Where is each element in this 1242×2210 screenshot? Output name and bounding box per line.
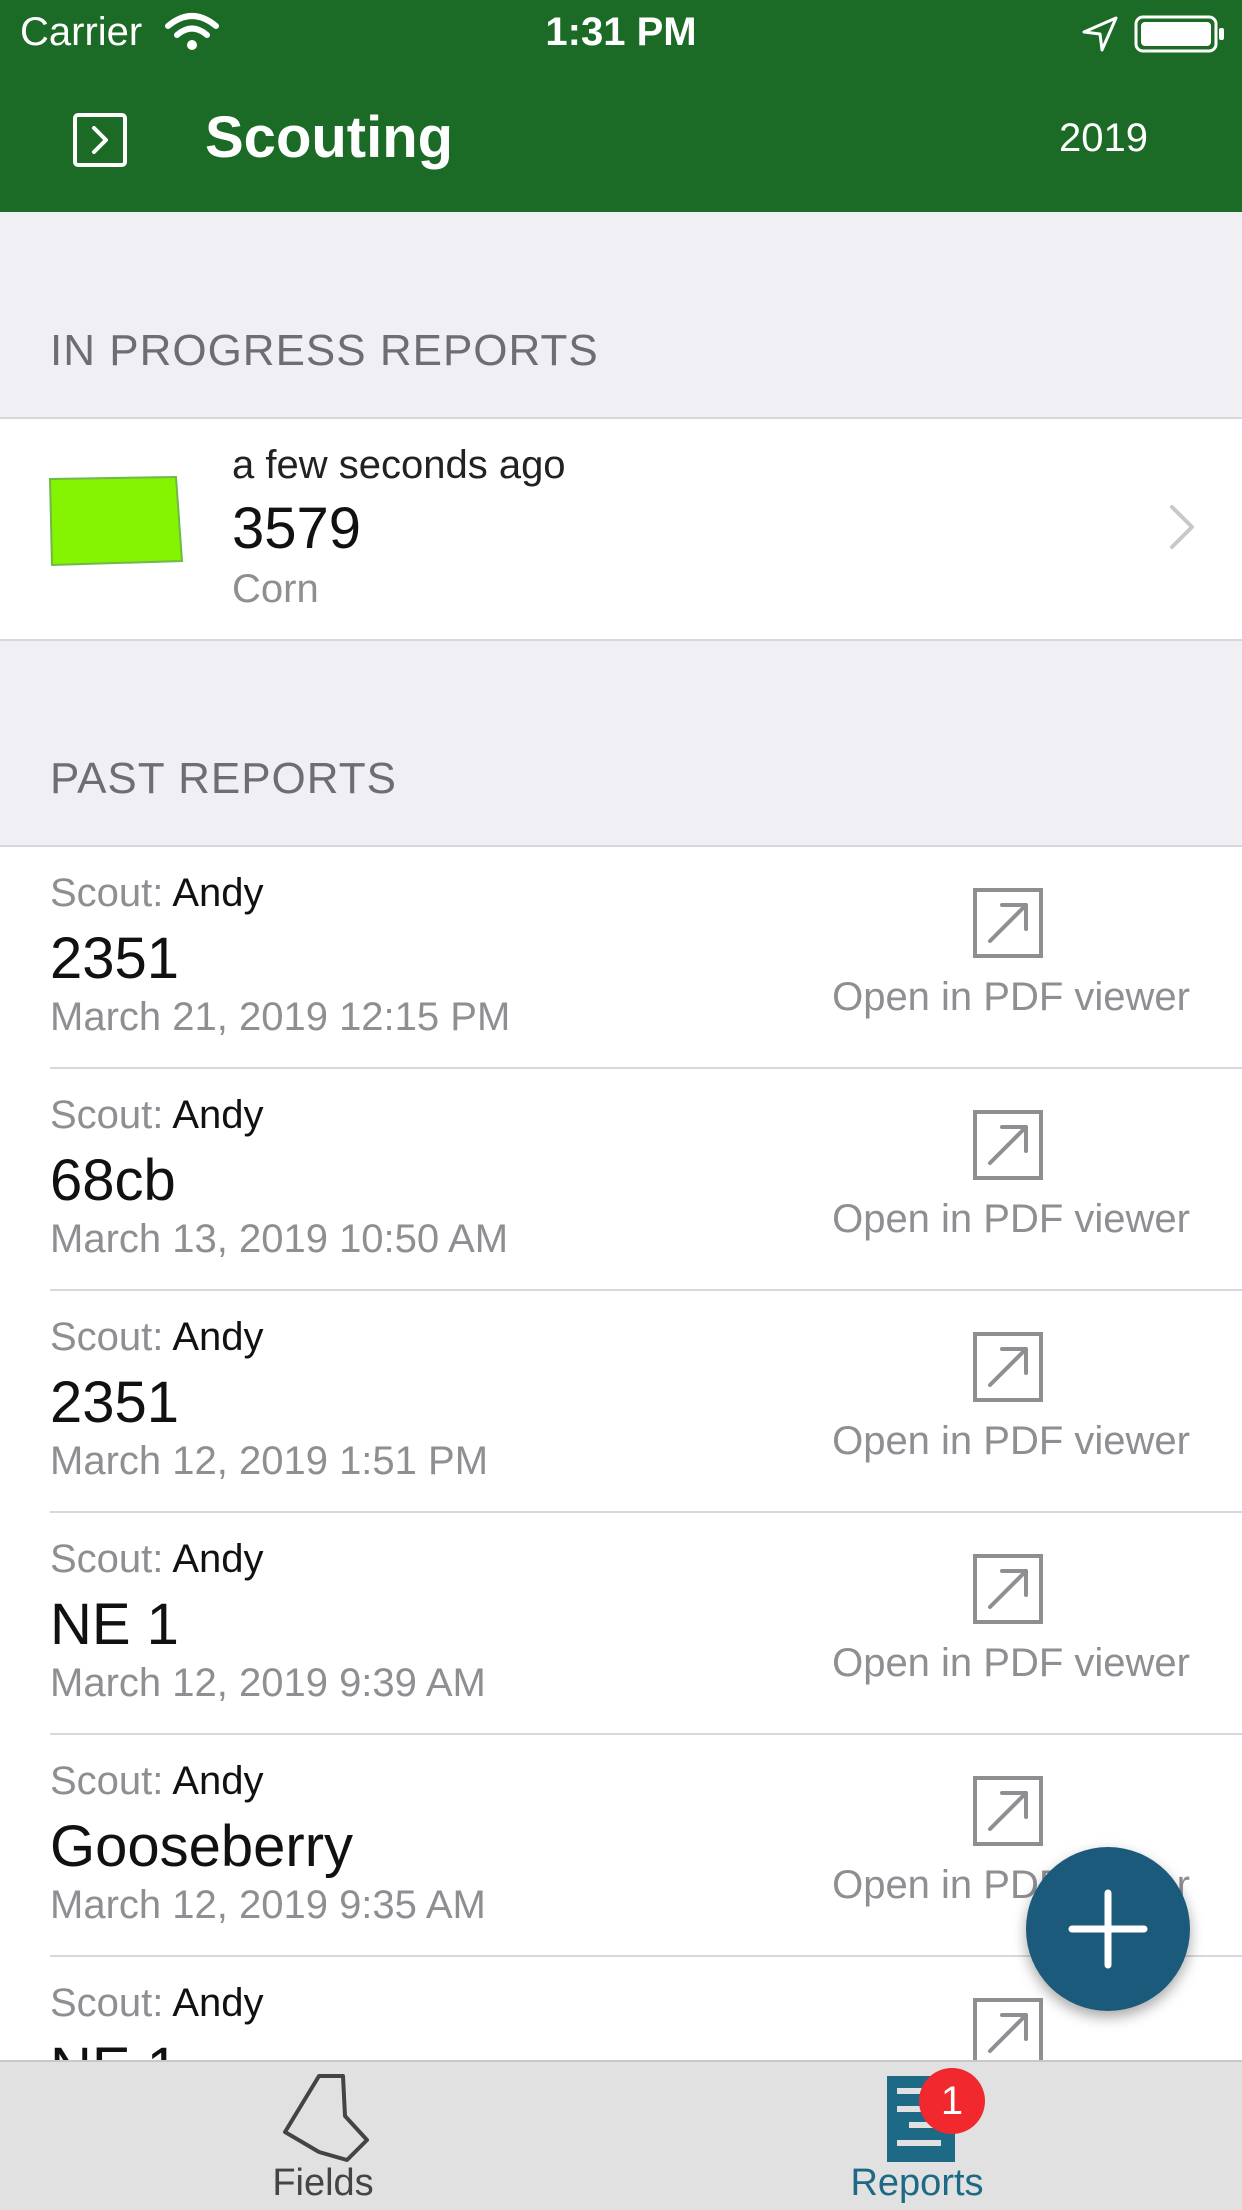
report-date: March 12, 2019 9:35 AM bbox=[50, 1883, 486, 1927]
scout-label: Scout: bbox=[50, 1981, 164, 2025]
tab-reports[interactable]: 1 Reports bbox=[767, 2062, 1067, 2210]
open-external-icon[interactable] bbox=[972, 887, 1044, 959]
tab-fields-label: Fields bbox=[272, 2162, 374, 2204]
scout-label: Scout: bbox=[50, 871, 164, 915]
tab-fields[interactable]: Fields bbox=[173, 2062, 473, 2210]
report-name: 2351 bbox=[50, 926, 180, 991]
tab-bar: Fields 1 Reports bbox=[0, 2060, 1242, 2210]
report-date: March 13, 2019 10:50 AM bbox=[50, 1217, 509, 1261]
scout-name: Andy bbox=[172, 1981, 264, 2025]
past-report-row[interactable]: Scout: Andy 68cb March 13, 2019 10:50 AM Op… bbox=[0, 1069, 1242, 1291]
notification-badge: 1 bbox=[919, 2068, 985, 2134]
in-progress-report-row[interactable]: a few seconds ago 3579 Corn bbox=[0, 417, 1242, 641]
status-time: 1:31 PM bbox=[545, 10, 697, 54]
report-date: March 12, 2019 9:39 AM bbox=[50, 1661, 486, 1705]
open-external-icon[interactable] bbox=[972, 1997, 1044, 2067]
scout-line: Scout: Andy bbox=[50, 1315, 263, 1360]
status-bar: Carrier 1:31 PM bbox=[0, 0, 1242, 66]
add-report-button[interactable] bbox=[1026, 1847, 1190, 2011]
plus-icon bbox=[1068, 1889, 1148, 1969]
tab-reports-label: Reports bbox=[850, 2162, 984, 2204]
open-external-icon[interactable] bbox=[972, 1775, 1044, 1847]
field-outline-icon bbox=[283, 2074, 369, 2162]
year-selector[interactable]: 2019 bbox=[1059, 116, 1148, 161]
past-report-row[interactable]: Scout: Andy 2351 March 12, 2019 1:51 PM Ope… bbox=[0, 1291, 1242, 1513]
report-name: 68cb bbox=[50, 1148, 176, 1213]
scout-name: Andy bbox=[172, 1315, 264, 1359]
page-title: Scouting bbox=[205, 105, 454, 170]
scout-line: Scout: Andy bbox=[50, 871, 263, 916]
open-external-icon[interactable] bbox=[972, 1331, 1044, 1403]
location-arrow-icon bbox=[1082, 16, 1118, 52]
report-date: March 21, 2019 12:15 PM bbox=[50, 995, 511, 1039]
field-boundary-thumbnail bbox=[48, 475, 184, 567]
scout-line: Scout: Andy bbox=[50, 1759, 263, 1804]
in-progress-section-header: IN PROGRESS REPORTS bbox=[50, 326, 599, 375]
scout-line: Scout: Andy bbox=[50, 1093, 263, 1138]
past-report-row[interactable]: Scout: Andy 2351 March 21, 2019 12:15 PM Op… bbox=[0, 847, 1242, 1069]
chevron-right-icon bbox=[1170, 505, 1194, 549]
battery-icon bbox=[1134, 15, 1224, 53]
scout-name: Andy bbox=[172, 1759, 264, 1803]
report-name: 3579 bbox=[232, 496, 362, 561]
report-name: Gooseberry bbox=[50, 1814, 354, 1879]
report-date: March 12, 2019 1:51 PM bbox=[50, 1439, 489, 1483]
scout-line: Scout: Andy bbox=[50, 1981, 263, 2026]
nav-bar: Scouting 2019 bbox=[0, 66, 1242, 212]
past-report-row[interactable]: Scout: Andy NE 1 March 12, 2019 9:39 AM Ope… bbox=[0, 1513, 1242, 1735]
open-pdf-viewer-link[interactable]: Open in PDF viewer bbox=[832, 1641, 1190, 1686]
open-pdf-viewer-link[interactable]: Open in PDF viewer bbox=[832, 975, 1190, 1020]
scout-label: Scout: bbox=[50, 1093, 164, 1137]
report-name: 2351 bbox=[50, 1370, 180, 1435]
scout-line: Scout: Andy bbox=[50, 1537, 263, 1582]
scout-name: Andy bbox=[172, 1537, 264, 1581]
report-time: a few seconds ago bbox=[232, 443, 566, 487]
scout-name: Andy bbox=[172, 1093, 264, 1137]
report-crop: Corn bbox=[232, 567, 319, 611]
open-external-icon[interactable] bbox=[972, 1109, 1044, 1181]
sidebar-toggle-icon[interactable] bbox=[72, 112, 128, 168]
scout-label: Scout: bbox=[50, 1315, 164, 1359]
open-pdf-viewer-link[interactable]: Open in PDF viewer bbox=[832, 1419, 1190, 1464]
report-name: NE 1 bbox=[50, 1592, 179, 1657]
past-reports-section-header: PAST REPORTS bbox=[50, 754, 397, 803]
scout-label: Scout: bbox=[50, 1537, 164, 1581]
scout-name: Andy bbox=[172, 871, 264, 915]
open-external-icon[interactable] bbox=[972, 1553, 1044, 1625]
scout-label: Scout: bbox=[50, 1759, 164, 1803]
open-pdf-viewer-link[interactable]: Open in PDF viewer bbox=[832, 1197, 1190, 1242]
